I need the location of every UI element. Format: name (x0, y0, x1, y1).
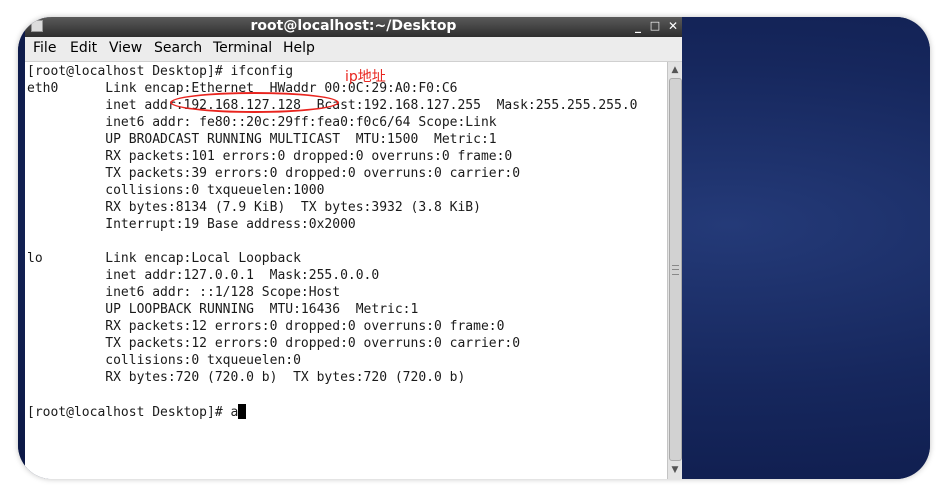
window-title: root@localhost:~/Desktop (250, 18, 457, 34)
terminal-line: lo Link encap:Local Loopback (27, 251, 301, 266)
terminal-prompt-line: [root@localhost Desktop]# a (27, 404, 247, 421)
scroll-down-icon[interactable]: ▼ (668, 463, 682, 477)
terminal-line: UP BROADCAST RUNNING MULTICAST MTU:1500 … (27, 132, 497, 147)
terminal-line: TX packets:39 errors:0 dropped:0 overrun… (27, 166, 521, 181)
terminal-line: TX packets:12 errors:0 dropped:0 overrun… (27, 336, 521, 351)
menu-file[interactable]: File (33, 40, 56, 56)
terminal-line: inet addr:127.0.0.1 Mask:255.0.0.0 (27, 268, 380, 283)
title-bar[interactable]: root@localhost:~/Desktop _ □ ✕ (25, 17, 682, 37)
terminal-line: collisions:0 txqueuelen:1000 (27, 183, 325, 198)
terminal-line: collisions:0 txqueuelen:0 (27, 353, 301, 368)
menu-help[interactable]: Help (283, 40, 315, 56)
terminal-line: inet6 addr: ::1/128 Scope:Host (27, 285, 341, 300)
terminal-line: Interrupt:19 Base address:0x2000 (27, 217, 356, 232)
ip-highlight-ellipse (170, 92, 339, 113)
terminal-line: RX packets:12 errors:0 dropped:0 overrun… (27, 319, 505, 334)
terminal-line: [root@localhost Desktop]# ifconfig (27, 64, 294, 79)
menu-edit[interactable]: Edit (70, 40, 97, 56)
terminal-line: RX packets:101 errors:0 dropped:0 overru… (27, 149, 513, 164)
menu-terminal[interactable]: Terminal (213, 40, 272, 56)
grip-icon (672, 265, 679, 275)
maximize-icon[interactable]: □ (647, 18, 663, 34)
terminal-window: root@localhost:~/Desktop _ □ ✕ File Edit… (25, 17, 682, 479)
close-icon[interactable]: ✕ (665, 18, 681, 34)
terminal-prompt-text: [root@localhost Desktop]# a (27, 405, 239, 420)
vertical-scrollbar[interactable]: ▲ ▼ (667, 62, 682, 479)
minimize-icon[interactable]: _ (630, 18, 646, 34)
terminal-line: inet6 addr: fe80::20c:29ff:fea0:f0c6/64 … (27, 115, 497, 130)
menu-search[interactable]: Search (154, 40, 202, 56)
screenshot-frame: root@localhost:~/Desktop _ □ ✕ File Edit… (18, 17, 930, 479)
terminal-line: UP LOOPBACK RUNNING MTU:16436 Metric:1 (27, 302, 419, 317)
scroll-up-icon[interactable]: ▲ (668, 63, 682, 77)
terminal-output[interactable]: [root@localhost Desktop]# ifconfig eth0 … (25, 62, 667, 479)
terminal-line: RX bytes:8134 (7.9 KiB) TX bytes:3932 (3… (27, 200, 481, 215)
terminal-line: RX bytes:720 (720.0 b) TX bytes:720 (720… (27, 370, 466, 385)
menu-bar: File Edit View Search Terminal Help (25, 37, 682, 62)
menu-view[interactable]: View (109, 40, 142, 56)
ip-annotation-label: ip地址 (345, 69, 386, 85)
scrollbar-thumb[interactable] (669, 78, 682, 461)
text-cursor (238, 404, 247, 419)
